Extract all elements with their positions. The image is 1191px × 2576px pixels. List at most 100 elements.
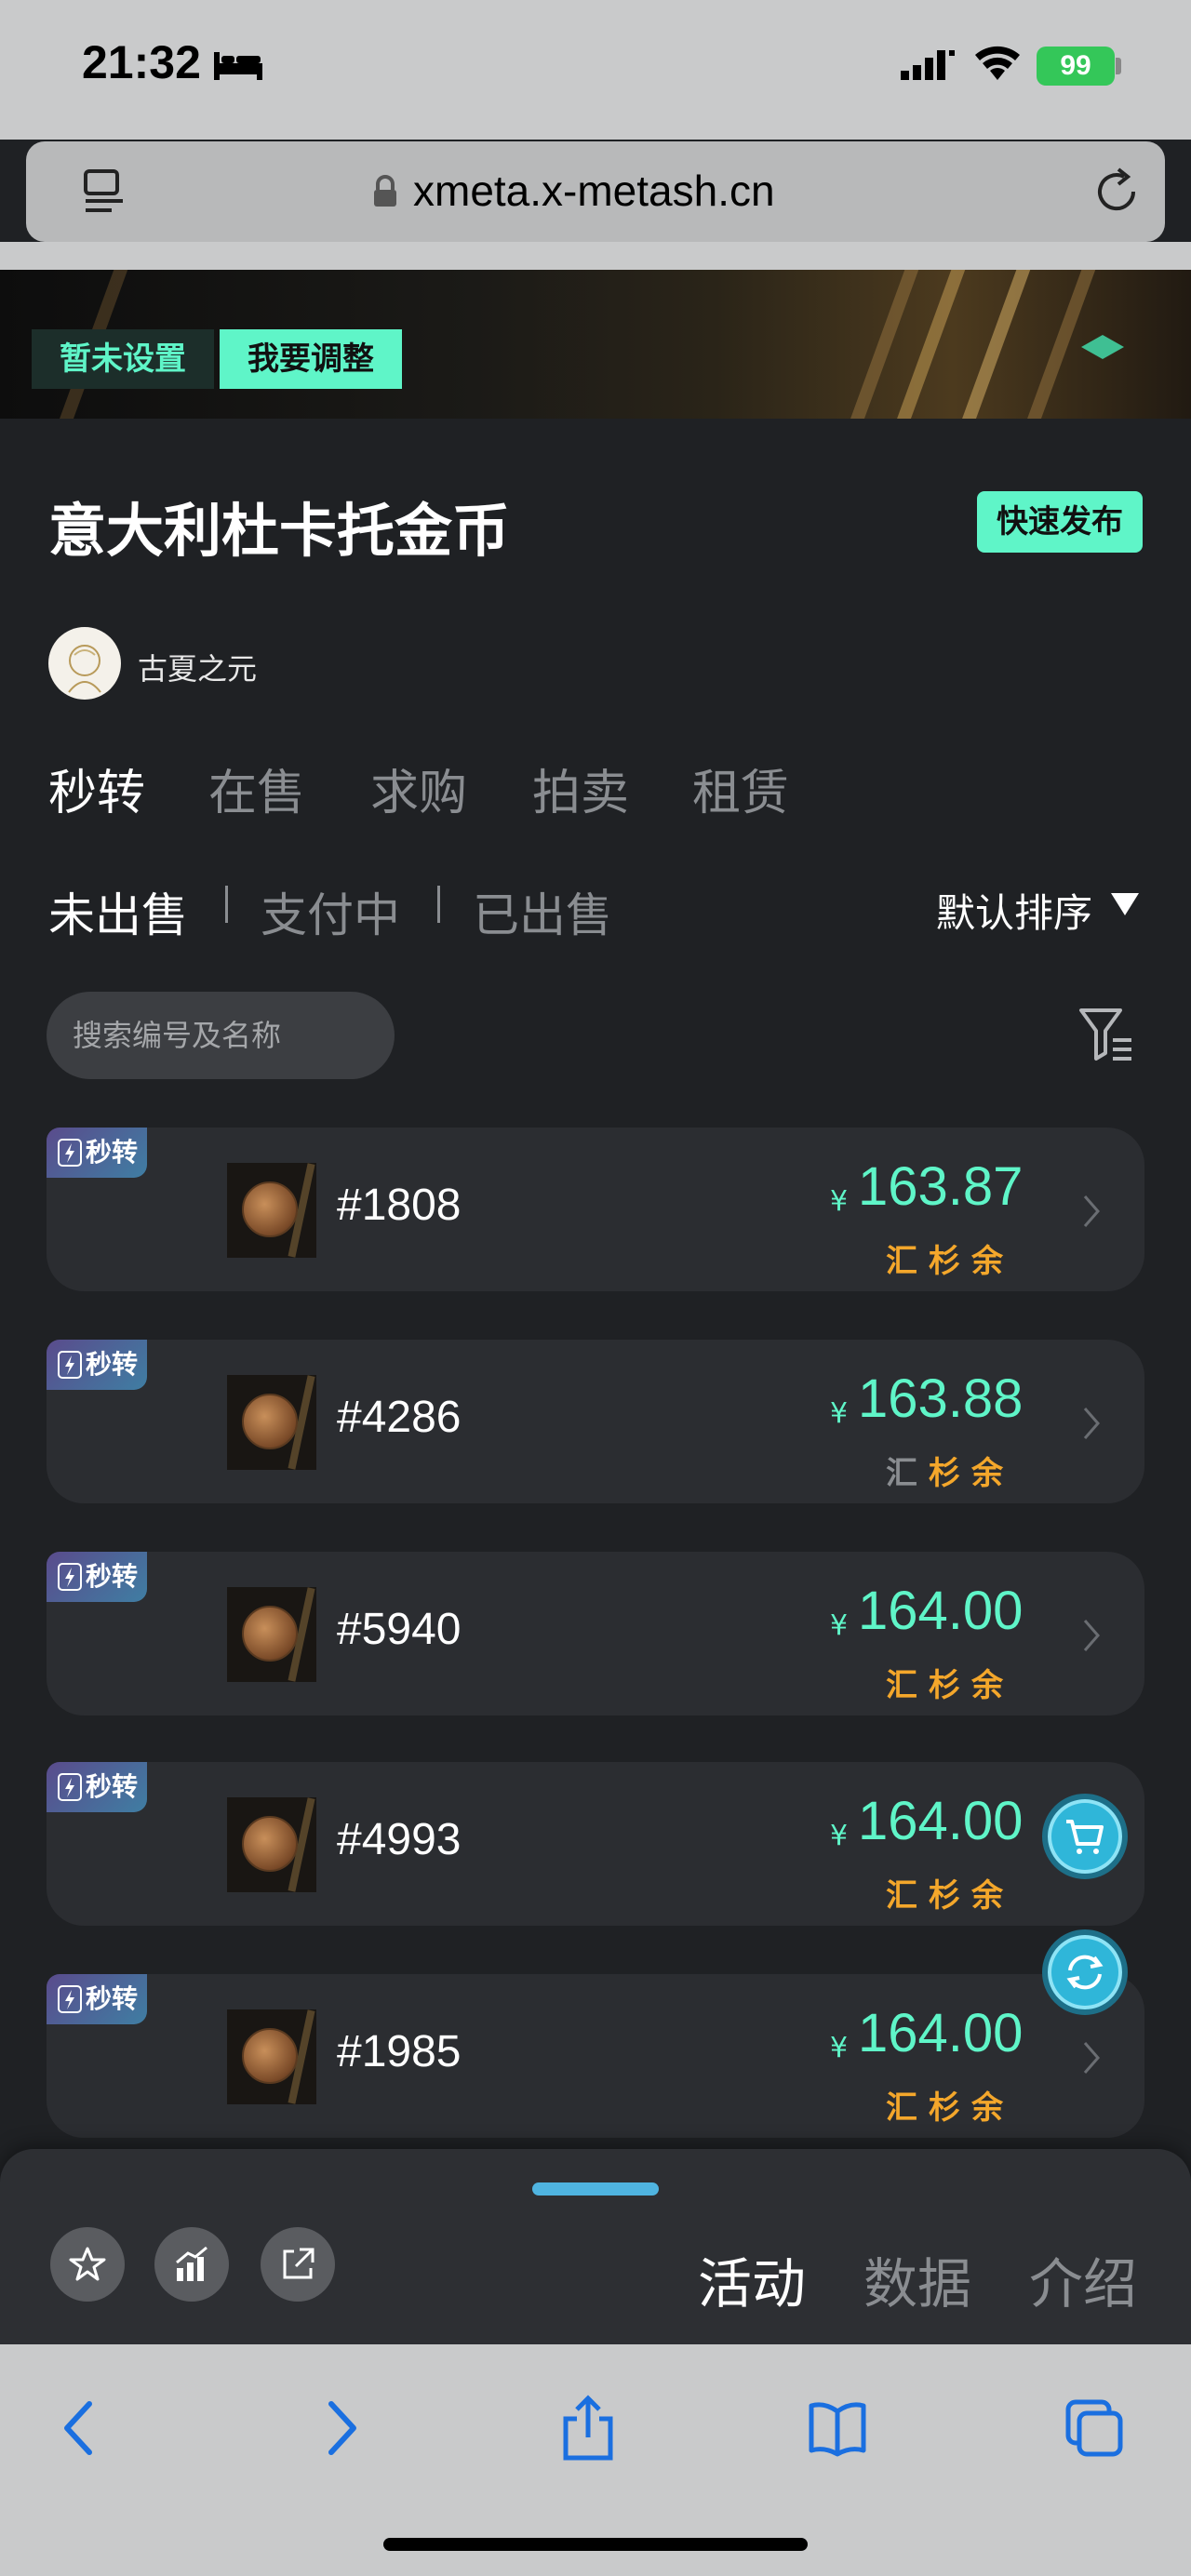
chevron-right-icon[interactable] bbox=[1081, 1617, 1102, 1654]
currency-symbol: ¥ bbox=[830, 1820, 849, 1852]
listing-row[interactable]: 秒转 #1985 ¥ 164.00 汇杉余 bbox=[47, 1974, 1144, 2138]
coin-thumbnail bbox=[227, 1797, 316, 1892]
quick-publish-button[interactable]: 快速发布 bbox=[977, 491, 1143, 553]
back-icon[interactable] bbox=[50, 2395, 110, 2462]
chart-icon bbox=[176, 2246, 207, 2281]
refresh-button[interactable] bbox=[1042, 1929, 1128, 2015]
badge-label: 秒转 bbox=[86, 1771, 139, 1802]
search-box[interactable] bbox=[47, 992, 395, 1079]
author-name[interactable]: 古夏之元 bbox=[138, 646, 257, 688]
badge-label: 秒转 bbox=[86, 1561, 139, 1592]
badge-label: 秒转 bbox=[86, 1349, 139, 1380]
payment-method: 余 bbox=[971, 1667, 1014, 1704]
tab-auction[interactable]: 拍卖 bbox=[532, 754, 629, 823]
currency-symbol: ¥ bbox=[830, 1609, 849, 1642]
currency-symbol: ¥ bbox=[830, 2032, 849, 2064]
payment-methods: 汇杉余 bbox=[886, 1448, 1014, 1493]
home-indicator bbox=[383, 2538, 808, 2551]
banner: 暂未设置 我要调整 bbox=[0, 270, 1191, 419]
payment-method: 余 bbox=[971, 2089, 1014, 2127]
reload-icon[interactable] bbox=[1091, 166, 1143, 218]
payment-method: 杉 bbox=[929, 1877, 971, 1915]
subtab-divider bbox=[225, 886, 228, 923]
listing-row[interactable]: 秒转 #4286 ¥ 163.88 汇杉余 bbox=[47, 1340, 1144, 1503]
listing-row[interactable]: 秒转 #1808 ¥ 163.87 汇杉余 bbox=[47, 1128, 1144, 1291]
payment-method: 汇 bbox=[886, 1243, 929, 1280]
listing-row[interactable]: 秒转 #4993 ¥ 164.00 汇杉余 bbox=[47, 1762, 1144, 1926]
item-number: #4286 bbox=[337, 1393, 462, 1442]
badge-label: 秒转 bbox=[86, 1983, 139, 2014]
share-icon[interactable] bbox=[558, 2395, 618, 2462]
item-price: 164.00 bbox=[858, 1791, 1024, 1851]
bed-icon bbox=[214, 52, 262, 80]
tab-data[interactable]: 数据 bbox=[863, 2240, 971, 2318]
payment-method: 余 bbox=[971, 1455, 1014, 1492]
badge-label: 秒转 bbox=[86, 1137, 139, 1168]
payment-method: 汇 bbox=[886, 1667, 929, 1704]
tab-intro[interactable]: 介绍 bbox=[1029, 2240, 1137, 2318]
status-time: 21:32 bbox=[82, 36, 201, 88]
chevron-right-icon[interactable] bbox=[1081, 1405, 1102, 1442]
lightning-icon bbox=[58, 1139, 82, 1167]
coin-thumbnail bbox=[227, 1375, 316, 1470]
subtab-paying[interactable]: 支付中 bbox=[261, 878, 400, 945]
item-number: #4993 bbox=[337, 1815, 462, 1864]
sheet-handle[interactable] bbox=[532, 2182, 659, 2196]
payment-method: 杉 bbox=[929, 1667, 971, 1704]
reader-icon[interactable] bbox=[80, 167, 128, 216]
instant-badge: 秒转 bbox=[47, 1974, 147, 2024]
payment-methods: 汇杉余 bbox=[886, 1235, 1014, 1281]
favorite-button[interactable] bbox=[50, 2227, 125, 2302]
item-price: 164.00 bbox=[858, 2003, 1024, 2063]
coin-thumbnail bbox=[227, 1163, 316, 1258]
bottom-sheet: 活动 数据 介绍 bbox=[0, 2149, 1191, 2344]
battery-indicator: 99 bbox=[1037, 47, 1115, 86]
coin-thumbnail bbox=[227, 2009, 316, 2104]
chevron-right-icon[interactable] bbox=[1081, 1193, 1102, 1230]
lock-icon bbox=[374, 175, 396, 207]
share-out-button[interactable] bbox=[261, 2227, 335, 2302]
listing-row[interactable]: 秒转 #5940 ¥ 164.00 汇杉余 bbox=[47, 1552, 1144, 1715]
forward-icon[interactable] bbox=[311, 2395, 370, 2462]
tabs-icon[interactable] bbox=[1064, 2395, 1124, 2462]
filter-icon[interactable] bbox=[1077, 1005, 1133, 1064]
avatar[interactable] bbox=[48, 627, 121, 700]
payment-methods: 汇杉余 bbox=[886, 1660, 1014, 1705]
tab-on-sale[interactable]: 在售 bbox=[208, 754, 305, 823]
payment-method: 汇 bbox=[886, 1877, 929, 1915]
refresh-icon bbox=[1066, 1955, 1104, 1990]
item-number: #1985 bbox=[337, 2027, 462, 2076]
item-number: #1808 bbox=[337, 1181, 462, 1230]
instant-badge: 秒转 bbox=[47, 1552, 147, 1602]
caret-down-icon[interactable] bbox=[1111, 893, 1139, 915]
instant-badge: 秒转 bbox=[47, 1128, 147, 1178]
instant-badge: 秒转 bbox=[47, 1340, 147, 1390]
search-input[interactable] bbox=[73, 1012, 370, 1059]
sort-dropdown[interactable]: 默认排序 bbox=[936, 882, 1092, 939]
chevron-right-icon[interactable] bbox=[1081, 2039, 1102, 2076]
browser-toolbar bbox=[0, 2344, 1191, 2576]
url-text[interactable]: xmeta.x-metash.cn bbox=[413, 166, 775, 216]
chart-button[interactable] bbox=[154, 2227, 229, 2302]
wifi-icon bbox=[975, 46, 1020, 80]
page-title: 意大利杜卡托金币 bbox=[48, 497, 511, 565]
lightning-icon bbox=[58, 1773, 82, 1801]
signal-icon bbox=[901, 50, 955, 80]
bookmarks-icon[interactable] bbox=[808, 2395, 867, 2462]
tab-lease[interactable]: 租赁 bbox=[692, 754, 789, 823]
address-bar[interactable]: xmeta.x-metash.cn bbox=[26, 141, 1165, 242]
coin-thumbnail bbox=[227, 1587, 316, 1682]
banner-adjust-button[interactable]: 我要调整 bbox=[220, 329, 402, 389]
payment-methods: 汇杉余 bbox=[886, 2082, 1014, 2128]
tab-wanted[interactable]: 求购 bbox=[370, 754, 467, 823]
item-number: #5940 bbox=[337, 1605, 462, 1654]
cart-button[interactable] bbox=[1042, 1794, 1128, 1879]
tab-instant[interactable]: 秒转 bbox=[48, 754, 145, 823]
subtab-sold[interactable]: 已出售 bbox=[473, 878, 612, 945]
star-icon bbox=[69, 2247, 106, 2281]
payment-method: 余 bbox=[971, 1243, 1014, 1280]
lightning-icon bbox=[58, 1985, 82, 2013]
payment-method: 汇 bbox=[886, 2089, 929, 2127]
tab-activity[interactable]: 活动 bbox=[698, 2240, 806, 2318]
subtab-unsold[interactable]: 未出售 bbox=[48, 878, 188, 945]
